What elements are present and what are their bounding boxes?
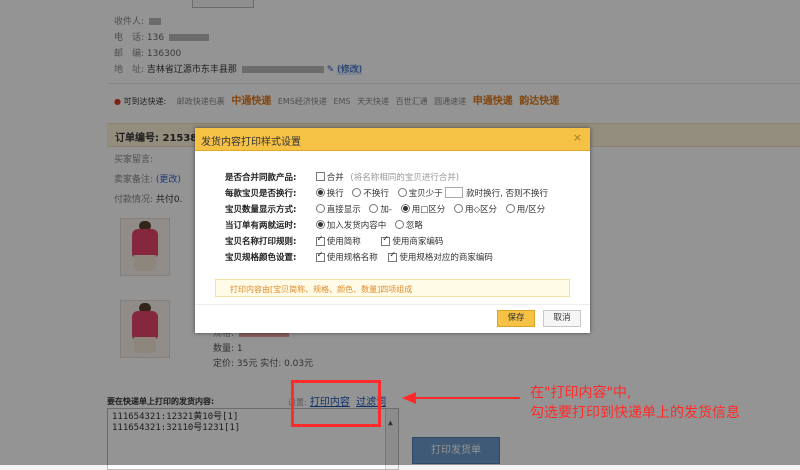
option-label: 用□区分 <box>411 205 446 215</box>
option-label: 换行 <box>326 189 344 199</box>
save-button[interactable]: 保存 <box>497 310 535 327</box>
use-merchant-code-checkbox[interactable] <box>381 237 391 246</box>
add-to-content-radio[interactable] <box>315 220 325 229</box>
use-short-name-checkbox[interactable] <box>315 237 325 246</box>
option-label: 直接显示 <box>326 205 361 215</box>
merge-row: 是否合并同款产品: 合并 (将名称相同的宝贝进行合并) <box>225 171 459 183</box>
notice-text: 打印内容由[宝贝简称、规格、颜色、数量]四项组成 <box>230 285 413 294</box>
shipping-fee-row: 当订单有两就运时: 加入发货内容中 忽略 <box>225 219 423 231</box>
qty-dash-radio[interactable] <box>369 204 379 213</box>
use-spec-code-checkbox[interactable] <box>388 253 398 262</box>
dialog-title: 发货内容打印样式设置 <box>201 137 301 148</box>
option-label: 款时换行, 否则不换行 <box>466 189 548 199</box>
qty-slash-radio[interactable] <box>505 204 515 213</box>
option-label: 加- <box>380 205 392 215</box>
row-label: 当订单有两就运时: <box>225 221 297 231</box>
row-label: 宝贝规格颜色设置: <box>225 253 297 263</box>
pointer-arrow-icon <box>402 392 520 404</box>
option-label: 使用规格名称 <box>326 253 378 263</box>
row-label: 每款宝贝是否换行: <box>225 189 297 199</box>
spec-color-row: 宝贝规格颜色设置: 使用规格名称 使用规格对应的商家编码 <box>225 251 493 263</box>
close-icon[interactable]: × <box>573 131 582 144</box>
conditional-linebreak-radio[interactable] <box>397 188 407 197</box>
content-notice: 打印内容由[宝贝简称、规格、颜色、数量]四项组成 <box>215 279 570 297</box>
linebreak-row: 每款宝贝是否换行: 换行 不换行 宝贝少于 款时换行, 否则不换行 <box>225 187 548 199</box>
quantity-display-row: 宝贝数量显示方式: 直接显示 加- 用□区分 用◇区分 用/区分 <box>225 203 545 215</box>
option-label: 不换行 <box>363 189 389 199</box>
option-label: 用◇区分 <box>464 205 497 215</box>
option-label: 宝贝少于 <box>408 189 443 199</box>
name-rule-row: 宝贝名称打印规则: 使用简称 使用商家编码 <box>225 235 443 247</box>
print-style-dialog: 发货内容打印样式设置 × 是否合并同款产品: 合并 (将名称相同的宝贝进行合并)… <box>195 128 590 333</box>
cancel-button[interactable]: 取消 <box>543 310 581 327</box>
item-count-input[interactable] <box>445 187 464 198</box>
option-label: 加入发货内容中 <box>326 221 387 231</box>
option-label: 使用简称 <box>326 237 361 247</box>
row-label: 宝贝数量显示方式: <box>225 205 297 215</box>
ignore-radio[interactable] <box>394 220 404 229</box>
option-label: 使用商家编码 <box>392 237 444 247</box>
merge-checkbox[interactable] <box>315 172 325 181</box>
use-spec-name-checkbox[interactable] <box>315 253 325 262</box>
option-label: 合并 <box>326 173 344 183</box>
highlight-box <box>291 380 381 427</box>
no-linebreak-radio[interactable] <box>352 188 362 197</box>
merge-hint: (将名称相同的宝贝进行合并) <box>350 173 460 183</box>
dialog-header: 发货内容打印样式设置 × <box>195 128 590 151</box>
option-label: 忽略 <box>405 221 423 231</box>
row-label: 宝贝名称打印规则: <box>225 237 297 247</box>
option-label: 使用规格对应的商家编码 <box>399 253 493 263</box>
qty-square-radio[interactable] <box>400 204 410 213</box>
row-label: 是否合并同款产品: <box>225 173 297 183</box>
annotation-line-1: 在"打印内容"中, <box>530 385 632 401</box>
qty-direct-radio[interactable] <box>315 204 325 213</box>
option-label: 用/区分 <box>516 205 546 215</box>
dialog-footer-divider <box>195 304 590 305</box>
annotation-line-2: 勾选要打印到快递单上的发货信息 <box>530 405 740 421</box>
linebreak-radio[interactable] <box>315 188 325 197</box>
qty-diamond-radio[interactable] <box>453 204 463 213</box>
